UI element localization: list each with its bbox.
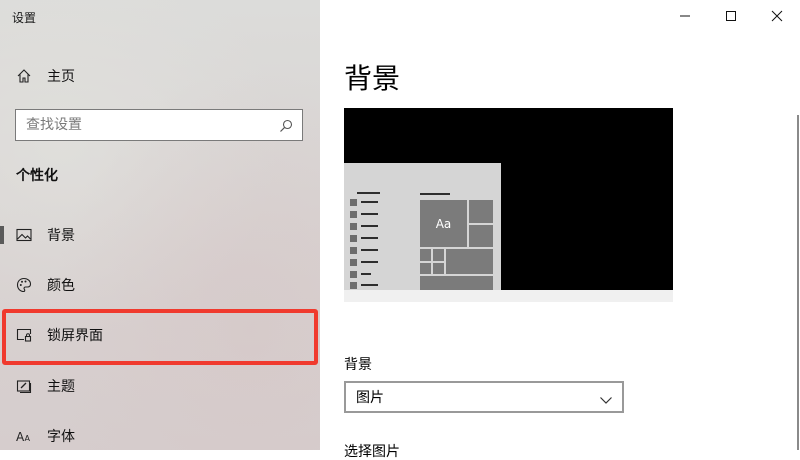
- preview-tile-large: Aa: [420, 200, 467, 247]
- minimize-button[interactable]: [662, 0, 708, 32]
- image-icon: [16, 227, 32, 243]
- preview-line: [361, 261, 378, 263]
- background-preview: Aa: [344, 108, 673, 302]
- palette-icon: [16, 277, 32, 293]
- theme-icon: [16, 378, 32, 394]
- preview-line: [361, 273, 371, 275]
- preview-line: [361, 213, 378, 215]
- preview-square: [350, 235, 357, 242]
- preview-square: [350, 199, 357, 206]
- background-dropdown[interactable]: 图片: [344, 381, 624, 413]
- sidebar-item-label: 锁屏界面: [47, 328, 103, 344]
- preview-tile: [420, 263, 431, 274]
- close-icon: [771, 7, 783, 26]
- selected-indicator: [0, 226, 4, 244]
- sidebar-item-colors[interactable]: 颜色: [0, 265, 320, 305]
- sidebar-item-fonts[interactable]: AA 字体: [0, 416, 320, 450]
- sidebar-item-label: 主页: [47, 69, 75, 85]
- preview-square: [350, 247, 357, 254]
- app-title: 设置: [12, 11, 37, 25]
- preview-line: [361, 237, 378, 239]
- preview-square: [350, 259, 357, 266]
- preview-tile: [433, 263, 444, 274]
- preview-tile: [469, 225, 493, 247]
- maximize-button[interactable]: [708, 0, 754, 32]
- preview-tile: [420, 249, 431, 261]
- dropdown-value: 图片: [356, 390, 384, 406]
- preview-tile: [420, 276, 493, 290]
- preview-line: [357, 192, 380, 194]
- sidebar-item-background[interactable]: 背景: [0, 215, 320, 255]
- chevron-down-icon: [599, 391, 613, 404]
- preview-square: [350, 223, 357, 230]
- preview-tile: [433, 249, 444, 261]
- home-icon: [16, 68, 32, 84]
- font-icon: AA: [16, 428, 32, 444]
- sidebar-item-home[interactable]: 主页: [0, 56, 320, 96]
- lock-screen-icon: [16, 327, 32, 343]
- svg-text:A: A: [25, 434, 31, 443]
- sidebar-item-lock-screen[interactable]: 锁屏界面: [0, 315, 320, 355]
- preview-square: [350, 271, 357, 278]
- preview-taskbar: [344, 290, 673, 302]
- close-button[interactable]: [754, 0, 800, 32]
- preview-square: [350, 282, 357, 289]
- preview-tile: [446, 249, 493, 274]
- sidebar-item-themes[interactable]: 主题: [0, 366, 320, 406]
- sidebar-item-label: 字体: [47, 429, 75, 445]
- sidebar-item-label: 背景: [47, 228, 75, 244]
- search-input[interactable]: [26, 117, 266, 133]
- sidebar-item-label: 颜色: [47, 278, 75, 294]
- background-field-label: 背景: [344, 357, 372, 373]
- section-heading: 个性化: [16, 168, 58, 184]
- maximize-icon: [725, 7, 737, 26]
- search-field[interactable]: [15, 109, 303, 141]
- choose-picture-label: 选择图片: [344, 444, 400, 460]
- preview-window: Aa: [344, 163, 501, 290]
- search-icon[interactable]: [279, 118, 293, 132]
- scrollbar[interactable]: [797, 115, 799, 450]
- settings-sidebar: 设置 主页 个性化 背景 颜色 锁屏界面 主题: [0, 0, 320, 450]
- page-title: 背景: [344, 62, 401, 95]
- minimize-icon: [679, 7, 691, 26]
- preview-tile: [469, 200, 493, 223]
- preview-line: [420, 193, 450, 195]
- preview-line: [361, 284, 378, 286]
- preview-line: [361, 249, 378, 251]
- sidebar-item-label: 主题: [47, 379, 75, 395]
- preview-square: [350, 211, 357, 218]
- preview-line: [361, 225, 378, 227]
- preview-line: [361, 201, 378, 203]
